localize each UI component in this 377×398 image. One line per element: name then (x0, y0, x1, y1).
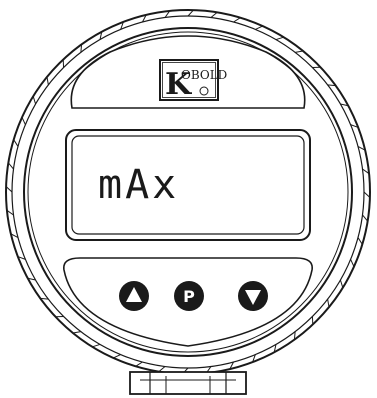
knurl-mark (113, 354, 121, 359)
knurl-mark (158, 366, 166, 373)
brand-logo: K OBOLD (159, 59, 227, 102)
knurl-mark (233, 17, 241, 23)
knurl-mark (275, 36, 284, 41)
knurl-mark (32, 96, 37, 105)
program-button-label: P (183, 287, 195, 306)
knurl-mark (295, 50, 304, 53)
knurl-mark (92, 343, 101, 348)
knurl-mark (135, 361, 143, 367)
knurl-mark (72, 331, 81, 334)
knurl-mark (339, 279, 344, 288)
knurl-mark (362, 214, 369, 222)
knurl-mark (350, 259, 355, 267)
knurl-mark (327, 299, 330, 308)
knurl-mark (13, 139, 19, 147)
lcd-readout: mAx (98, 162, 179, 208)
down-button[interactable] (238, 281, 268, 311)
knurl-mark (210, 11, 218, 18)
lcd-display: mAx (65, 129, 311, 241)
knurl-mark (21, 117, 26, 125)
knurl-mark (357, 237, 363, 245)
cable-gland (129, 371, 247, 395)
knurl-mark (7, 162, 14, 170)
program-button[interactable]: P (174, 281, 204, 311)
brand-name: OBOLD (181, 68, 227, 82)
up-button[interactable] (119, 281, 149, 311)
instrument-front-view: K OBOLD mAx P (5, 9, 371, 395)
knurl-mark (255, 25, 263, 30)
knurl-mark (46, 76, 49, 85)
